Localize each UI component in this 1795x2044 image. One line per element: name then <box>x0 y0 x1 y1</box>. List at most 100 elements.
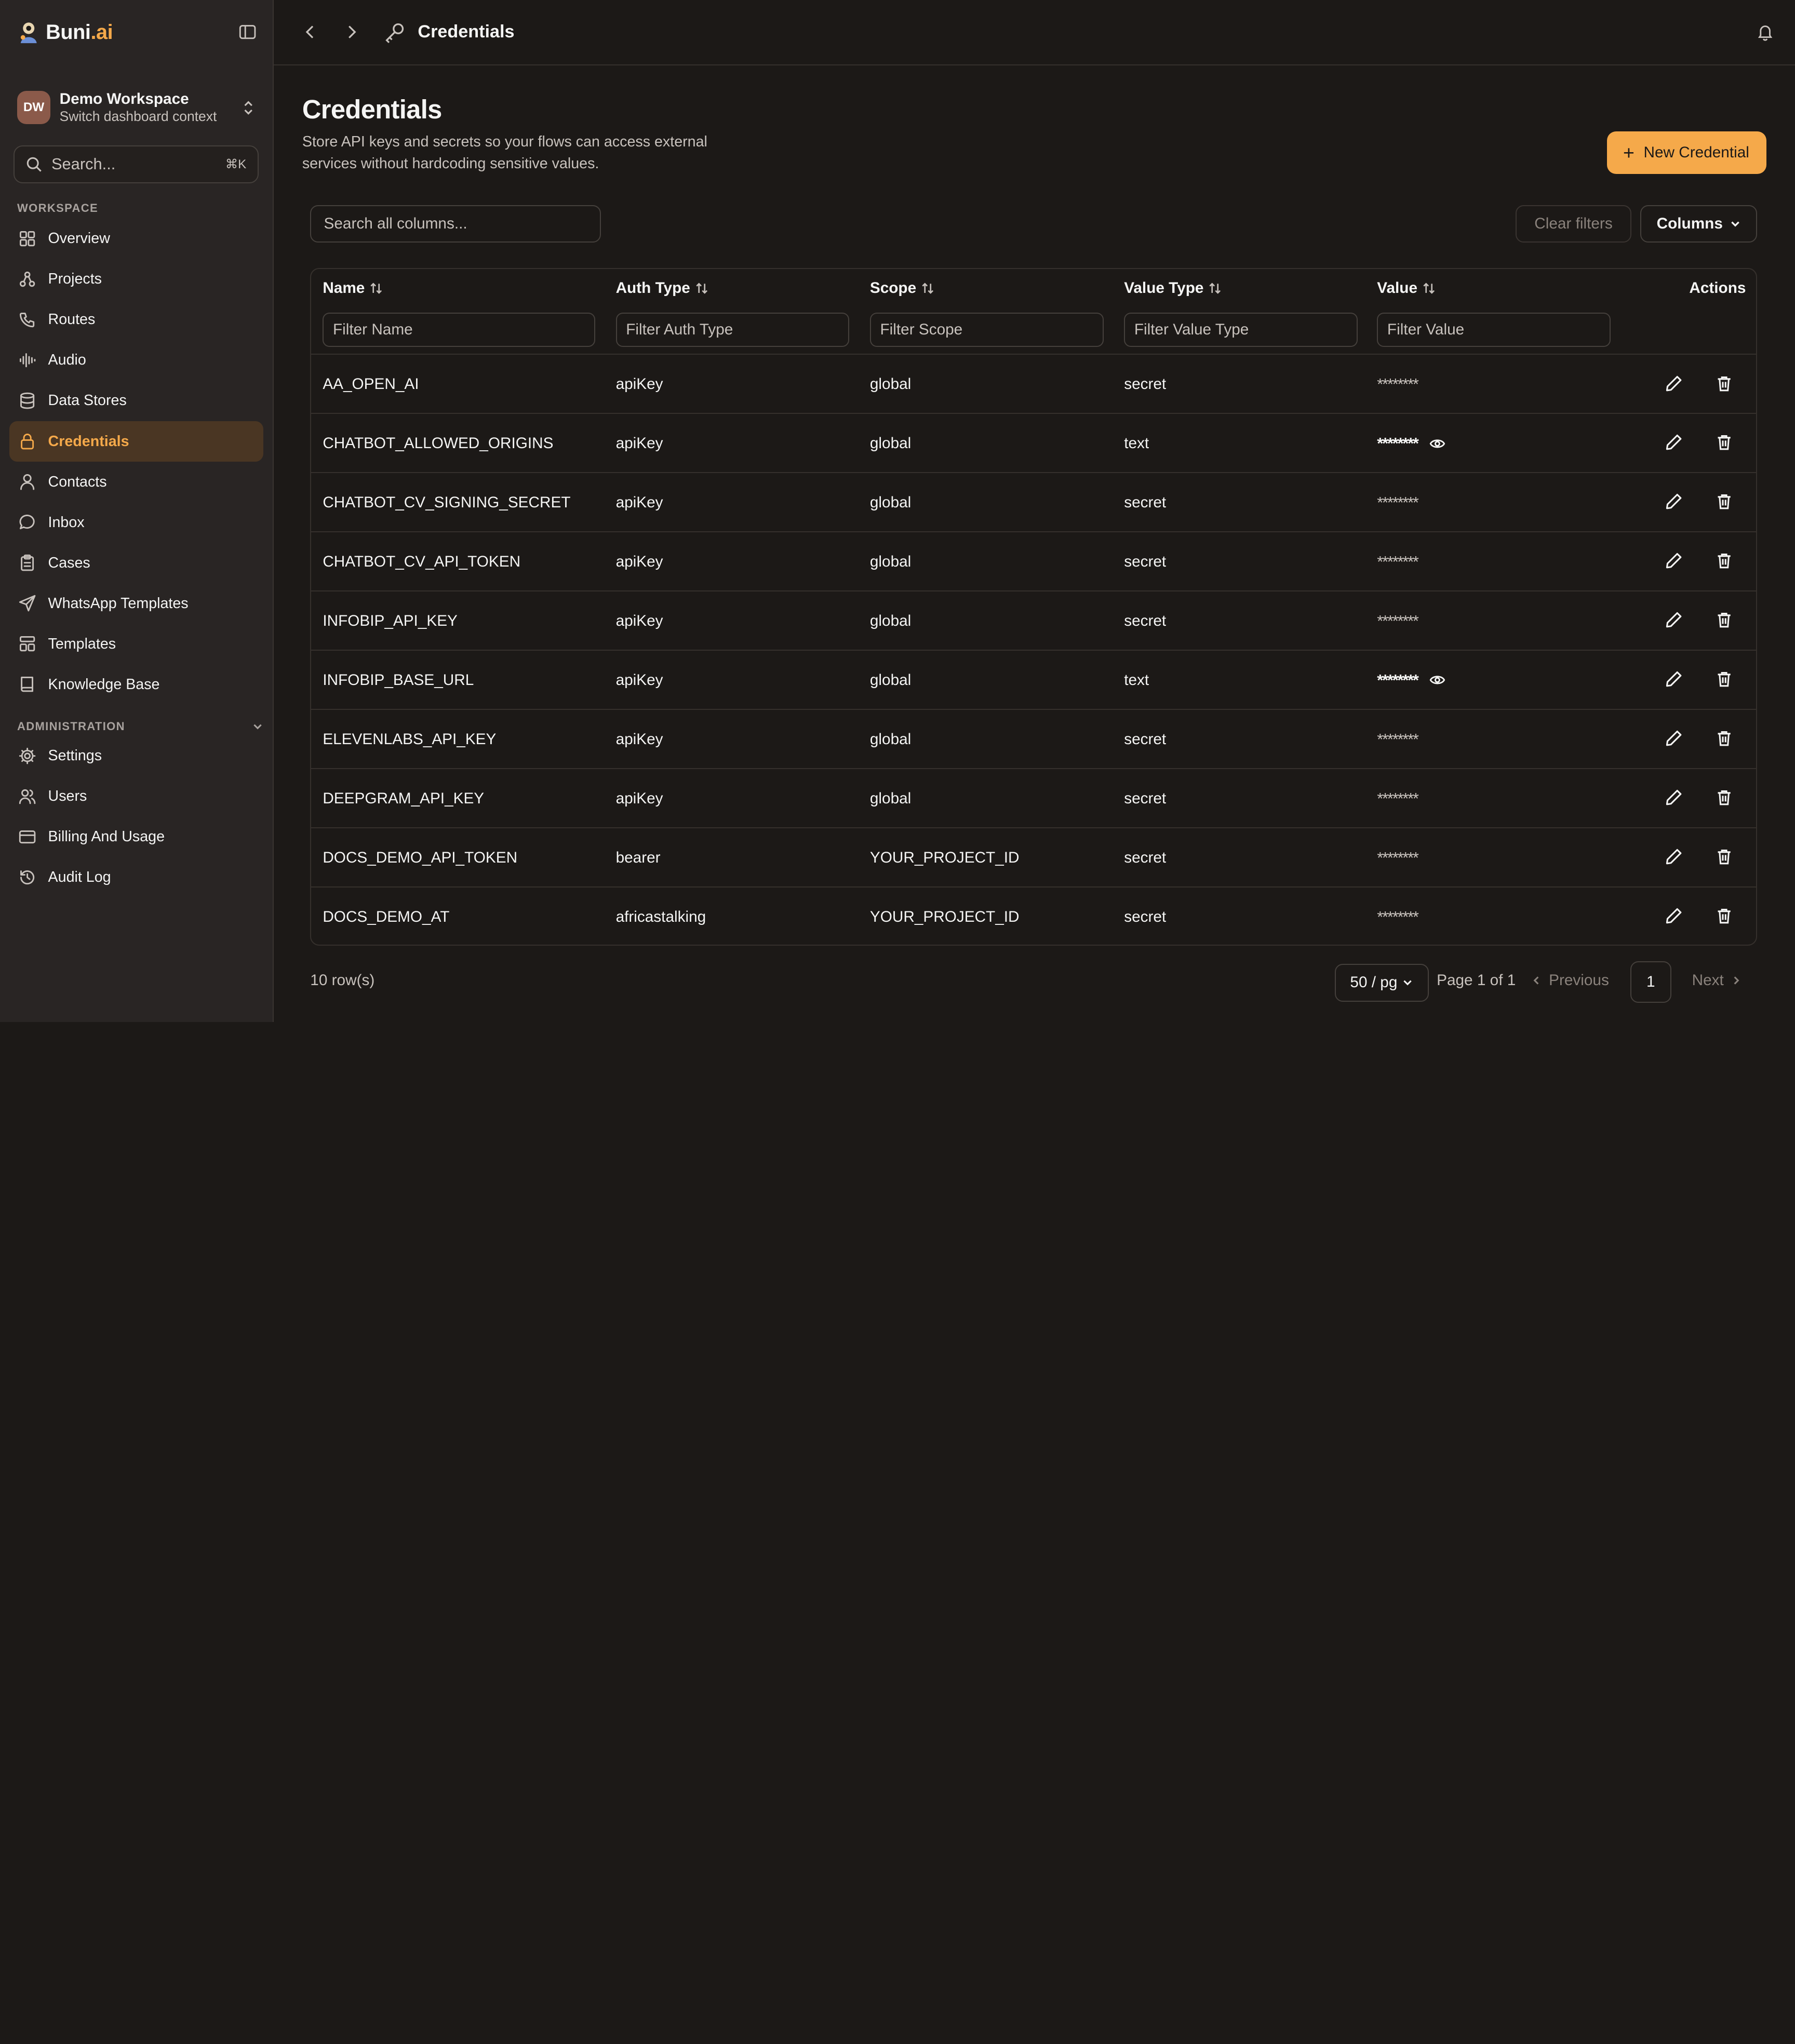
workspace-switcher[interactable]: DW Demo Workspace Switch dashboard conte… <box>17 88 262 127</box>
edit-pencil-icon[interactable] <box>1665 492 1683 510</box>
trash-icon[interactable] <box>1715 729 1733 747</box>
table-search-input[interactable]: Search all columns... <box>310 205 601 243</box>
back-arrow-icon[interactable] <box>301 23 319 41</box>
trash-icon[interactable] <box>1715 433 1733 451</box>
sidebar: Buni.ai DW Demo Workspace Switch dashboa… <box>0 0 274 1023</box>
next-page-button[interactable]: Next <box>1692 972 1742 989</box>
new-credential-button[interactable]: + New Credential <box>1607 131 1766 174</box>
edit-pencil-icon[interactable] <box>1665 552 1683 570</box>
page-info: Page 1 of 1 <box>1437 972 1516 989</box>
clipboard-icon <box>21 555 34 571</box>
sort-icon[interactable] <box>1208 281 1222 295</box>
cell-scope: YOUR_PROJECT_ID <box>869 849 1020 866</box>
sidebar-item-data-stores[interactable]: Data Stores <box>9 381 264 421</box>
cell-scope: global <box>869 789 912 807</box>
sidebar-item-inbox[interactable]: Inbox <box>9 502 264 543</box>
sidebar-item-users[interactable]: Users <box>9 776 264 817</box>
bell-icon[interactable] <box>1756 23 1774 41</box>
column-filter-input[interactable]: Filter Value Type <box>1124 312 1358 347</box>
cell-auth-type: apiKey <box>615 434 663 452</box>
trash-icon[interactable] <box>1715 611 1733 629</box>
sort-icon[interactable] <box>695 281 708 295</box>
brand[interactable]: Buni.ai <box>0 0 273 65</box>
sidebar-item-label: Users <box>48 788 87 805</box>
page-number-button[interactable]: 1 <box>1630 961 1671 1003</box>
edit-pencil-icon[interactable] <box>1665 433 1683 451</box>
column-header[interactable]: Scope <box>870 269 935 308</box>
cell-name: DOCS_DEMO_AT <box>323 908 450 925</box>
cell-auth-type: apiKey <box>615 789 663 807</box>
sidebar-item-audit-log[interactable]: Audit Log <box>9 857 264 898</box>
table-row: DEEPGRAM_API_KEY apiKey global secret ******… <box>311 769 1757 828</box>
sort-icon[interactable] <box>921 281 934 295</box>
column-filter-input[interactable]: Filter Scope <box>869 312 1104 347</box>
sidebar-item-overview[interactable]: Overview <box>9 219 264 259</box>
cell-name: INFOBIP_BASE_URL <box>323 671 474 689</box>
sidebar-item-knowledge-base[interactable]: Knowledge Base <box>9 664 264 705</box>
table-row: AA_OPEN_AI apiKey global secret ******** <box>311 355 1757 414</box>
masked-value: ******** <box>1377 670 1419 689</box>
section-label-administration[interactable]: ADMINISTRATION <box>17 720 273 733</box>
cell-value: ******** <box>1377 651 1445 710</box>
sidebar-item-settings[interactable]: Settings <box>9 736 264 776</box>
chat-bubble-icon <box>19 515 35 530</box>
page-size-select[interactable]: 50 / pg <box>1334 963 1429 1002</box>
workspace-avatar: DW <box>17 91 50 125</box>
cell-name: DEEPGRAM_API_KEY <box>323 789 485 807</box>
masked-value: ******** <box>1377 434 1419 452</box>
sidebar-item-templates[interactable]: Templates <box>9 624 264 664</box>
sidebar-item-projects[interactable]: Projects <box>9 259 264 300</box>
column-header[interactable]: Name <box>323 269 383 308</box>
sidebar-item-label: Inbox <box>48 514 85 531</box>
sort-icon[interactable] <box>1422 281 1436 295</box>
column-filter-input[interactable]: Filter Value <box>1377 312 1611 347</box>
plus-icon: + <box>1623 141 1635 164</box>
cell-value-type: secret <box>1124 730 1167 748</box>
column-header[interactable]: Value Type <box>1124 269 1222 308</box>
trash-icon[interactable] <box>1715 492 1733 510</box>
column-filter-input[interactable]: Filter Name <box>323 312 595 347</box>
cell-value-type: secret <box>1124 849 1167 866</box>
forward-arrow-icon[interactable] <box>342 23 360 41</box>
sidebar-item-credentials[interactable]: Credentials <box>9 421 264 462</box>
chevron-down-icon <box>1731 221 1739 227</box>
sidebar-item-cases[interactable]: Cases <box>9 543 264 583</box>
trash-icon[interactable] <box>1715 788 1733 806</box>
column-filter-input[interactable]: Filter Auth Type <box>615 312 850 347</box>
sidebar-item-whatsapp-templates[interactable]: WhatsApp Templates <box>9 583 264 624</box>
sidebar-item-billing-and-usage[interactable]: Billing And Usage <box>9 817 264 857</box>
cell-scope: global <box>869 434 912 452</box>
masked-value: ******** <box>1377 789 1419 808</box>
edit-pencil-icon[interactable] <box>1665 848 1683 866</box>
table-row: INFOBIP_BASE_URL apiKey global text ******** <box>311 651 1757 710</box>
edit-pencil-icon[interactable] <box>1665 729 1683 747</box>
edit-pencil-icon[interactable] <box>1665 611 1683 629</box>
sort-icon[interactable] <box>369 281 383 295</box>
trash-icon[interactable] <box>1715 374 1733 393</box>
clear-filters-button[interactable]: Clear filters <box>1516 205 1631 243</box>
masked-value: ******** <box>1377 611 1419 630</box>
edit-pencil-icon[interactable] <box>1665 670 1683 688</box>
column-header[interactable]: Auth Type <box>616 269 708 308</box>
eye-icon[interactable] <box>1429 436 1445 452</box>
columns-button[interactable]: Columns <box>1640 205 1758 243</box>
sidebar-item-audio[interactable]: Audio <box>9 340 264 381</box>
sidebar-item-label: Routes <box>48 311 96 328</box>
sidebar-item-contacts[interactable]: Contacts <box>9 462 264 502</box>
trash-icon[interactable] <box>1715 670 1733 688</box>
edit-pencil-icon[interactable] <box>1665 788 1683 806</box>
edit-pencil-icon[interactable] <box>1665 907 1683 925</box>
trash-icon[interactable] <box>1715 907 1733 925</box>
previous-page-button[interactable]: Previous <box>1531 972 1609 989</box>
cell-value: ******** <box>1377 887 1419 945</box>
chevron-down-icon[interactable] <box>252 721 263 732</box>
column-header[interactable]: Value <box>1377 269 1436 308</box>
table-row: DOCS_DEMO_API_TOKEN bearer YOUR_PROJECT_ID… <box>311 828 1757 887</box>
sidebar-toggle-icon[interactable] <box>238 23 257 41</box>
sidebar-search[interactable]: Search... ⌘K <box>14 145 259 183</box>
sidebar-item-routes[interactable]: Routes <box>9 300 264 340</box>
edit-pencil-icon[interactable] <box>1665 374 1683 393</box>
trash-icon[interactable] <box>1715 552 1733 570</box>
trash-icon[interactable] <box>1715 848 1733 866</box>
eye-icon[interactable] <box>1429 672 1445 688</box>
